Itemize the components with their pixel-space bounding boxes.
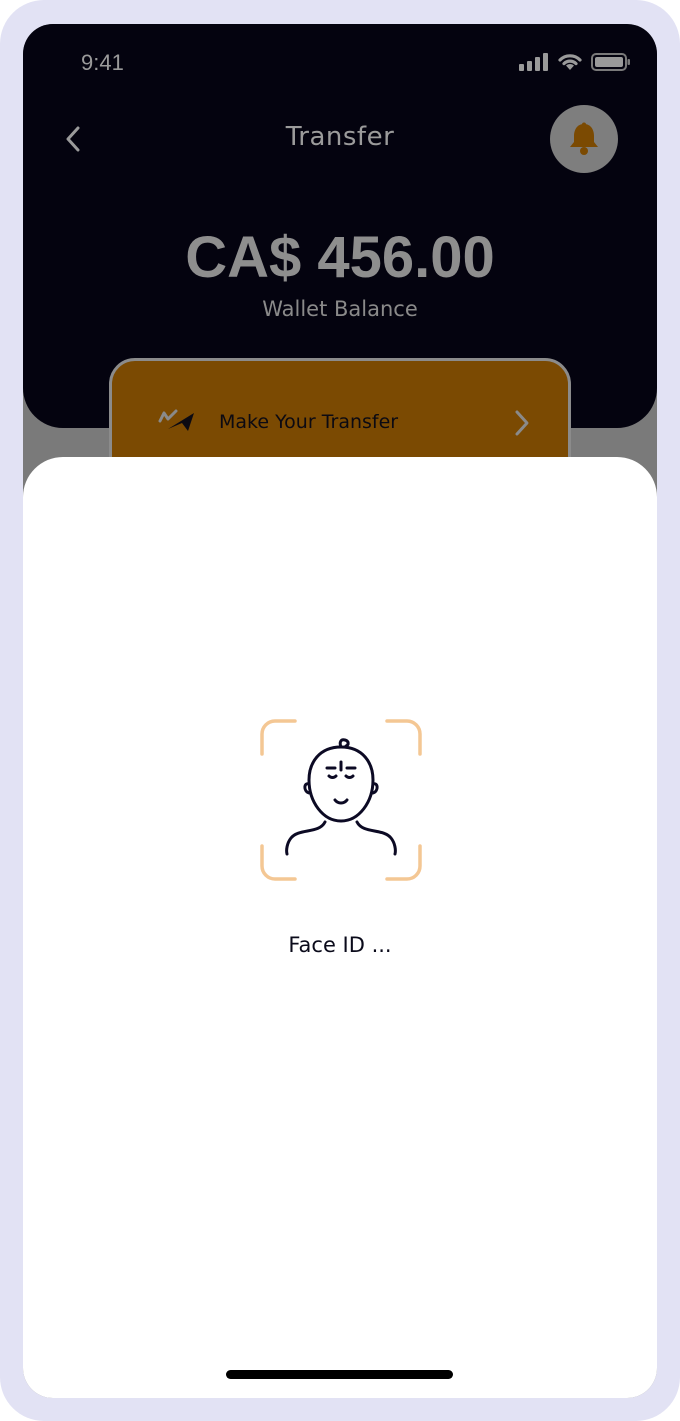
status-time: 9:41	[81, 50, 124, 75]
signal-icon	[519, 52, 548, 71]
face-scan-icon	[260, 719, 422, 881]
device-frame: 9:41 Transfer CA$ 456.00 Wallet Balance …	[0, 0, 680, 1421]
wifi-icon	[558, 54, 582, 70]
home-indicator[interactable]	[226, 1370, 453, 1379]
transfer-arrows-icon	[158, 409, 194, 431]
wallet-balance-label: Wallet Balance	[262, 297, 418, 321]
chevron-right-icon	[515, 410, 529, 436]
phone-screen: 9:41 Transfer CA$ 456.00 Wallet Balance …	[23, 24, 657, 1398]
bell-icon	[570, 122, 598, 155]
status-icons	[519, 52, 631, 71]
wallet-balance-amount: CA$ 456.00	[185, 225, 495, 290]
make-transfer-label: Make Your Transfer	[219, 411, 399, 433]
face-id-sheet: Face ID ...	[23, 457, 657, 1398]
battery-icon	[591, 52, 630, 71]
notification-button[interactable]	[550, 105, 618, 173]
face-id-status-label: Face ID ...	[288, 933, 392, 957]
